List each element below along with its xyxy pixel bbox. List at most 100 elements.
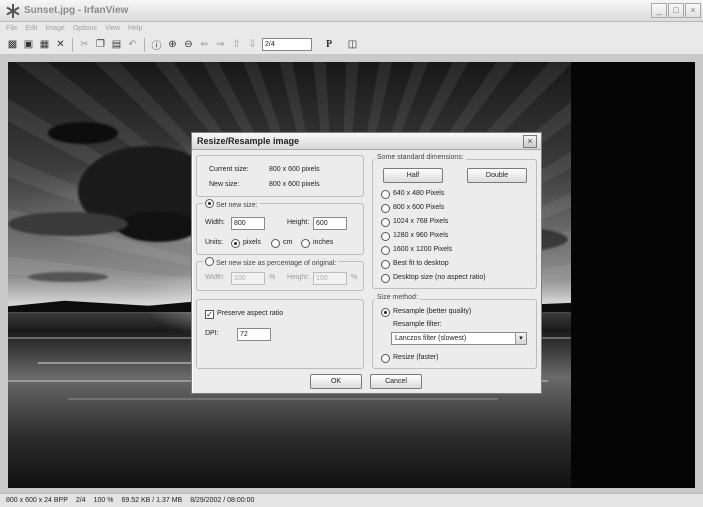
aspect-dpi-group: ✓ Preserve aspect ratio DPI: 72 [196, 299, 364, 369]
percentage-group: Set new size as percentage of original: … [196, 256, 364, 291]
height-input[interactable]: 600 [313, 217, 347, 230]
page-field[interactable]: 2/4 [262, 38, 312, 51]
standard-dimensions-group: Some standard dimensions: Half Double 64… [372, 154, 537, 289]
resample-filter-label: Resample filter: [393, 321, 442, 328]
menu-edit[interactable]: Edit [25, 25, 37, 32]
desktop-size-label: Desktop size (no aspect ratio) [393, 274, 486, 281]
double-button[interactable]: Double [467, 168, 527, 183]
pct-height-sign: % [351, 274, 358, 281]
minimize-button[interactable]: _ [651, 3, 667, 18]
paste-icon[interactable]: ▤ [110, 38, 123, 51]
cut-icon[interactable]: ✂ [78, 38, 91, 51]
units-cm-label: cm [283, 239, 293, 246]
resample-filter-select[interactable]: Lanczos filter (slowest) ▾ [391, 332, 527, 345]
current-size-label: Current size: [209, 166, 249, 173]
size-method-group: Size method: Resample (better quality) R… [372, 294, 537, 369]
preserve-aspect-label: Preserve aspect ratio [217, 310, 284, 317]
new-size-label: New size: [209, 181, 240, 188]
status-bar: 800 x 600 x 24 BPP 2/4 100 % 69.52 KB / … [0, 493, 703, 507]
units-pixels-label: pixels [243, 239, 261, 246]
std-1024-radio[interactable] [381, 218, 390, 227]
standard-dimensions-legend: Some standard dimensions: [375, 154, 466, 161]
std-1600-radio[interactable] [381, 246, 390, 255]
std-800-radio[interactable] [381, 204, 390, 213]
units-label: Units: [205, 239, 223, 246]
resample-radio[interactable] [381, 308, 390, 317]
title-bar: Sunset.jpg - IrfanView _ □ × [0, 0, 703, 22]
dialog-close-icon[interactable]: × [523, 135, 537, 148]
cancel-button[interactable]: Cancel [370, 374, 422, 389]
maximize-button[interactable]: □ [668, 3, 684, 18]
resize-radio[interactable] [381, 354, 390, 363]
zoom-out-icon[interactable]: ⊖ [182, 38, 195, 51]
std-1024-label: 1024 x 768 Pixels [393, 218, 449, 225]
std-1280-label: 1280 x 960 Pixels [393, 232, 449, 239]
width-input[interactable]: 800 [231, 217, 265, 230]
open-icon[interactable]: ▩ [6, 38, 19, 51]
set-new-size-radio[interactable] [205, 199, 214, 208]
dpi-input[interactable]: 72 [237, 328, 271, 341]
units-inches-radio[interactable] [301, 239, 310, 248]
std-800-label: 800 x 600 Pixels [393, 204, 445, 211]
pct-width-sign: % [269, 274, 276, 281]
ok-button[interactable]: OK [310, 374, 362, 389]
dialog-title: Resize/Resample image [192, 133, 541, 150]
status-size: 69.52 KB / 1.37 MB [121, 497, 183, 504]
save-icon[interactable]: ▦ [38, 38, 51, 51]
resize-dialog: Resize/Resample image × Current size: 80… [191, 132, 542, 394]
menu-image[interactable]: Image [45, 25, 64, 32]
best-fit-radio[interactable] [381, 260, 390, 269]
window-title: Sunset.jpg - IrfanView [24, 5, 129, 16]
std-640-radio[interactable] [381, 190, 390, 199]
menu-options[interactable]: Options [73, 25, 97, 32]
close-button[interactable]: × [685, 3, 701, 18]
delete-icon[interactable]: ✕ [54, 38, 67, 51]
resample-filter-value: Lanczos filter (slowest) [395, 335, 467, 342]
pct-height-label: Height: [287, 274, 310, 281]
status-dimensions: 800 x 600 x 24 BPP [6, 497, 68, 504]
info-icon[interactable]: ⓘ [150, 38, 163, 52]
units-pixels-radio[interactable] [231, 239, 240, 248]
chevron-down-icon[interactable]: ▾ [515, 333, 526, 344]
width-label: Width: [205, 219, 225, 226]
undo-icon[interactable]: ↶ [126, 38, 139, 51]
percentage-label: Set new size as percentage of original: [216, 260, 337, 267]
pct-width-label: Width: [205, 274, 225, 281]
units-cm-radio[interactable] [271, 239, 280, 248]
set-new-size-group: Set new size: Width: 800 Height: 600 Uni… [196, 198, 364, 255]
irfanview-icon [6, 3, 20, 18]
resize-label: Resize (faster) [393, 354, 439, 361]
height-label: Height: [287, 219, 310, 226]
zoom-in-icon[interactable]: ⊕ [166, 38, 179, 51]
menu-help[interactable]: Help [128, 25, 142, 32]
menu-file[interactable]: File [6, 25, 17, 32]
scan-icon[interactable]: ◫ [346, 38, 359, 51]
pct-width-input[interactable]: 100 [231, 272, 265, 285]
toolbar-separator [72, 37, 73, 52]
next-icon[interactable]: ⇒ [214, 38, 227, 51]
previous-icon[interactable]: ⇐ [198, 38, 211, 51]
current-size-value: 800 x 600 pixels [269, 166, 320, 173]
dpi-label: DPI: [205, 330, 219, 337]
p-label[interactable]: P [315, 38, 343, 51]
pct-height-input[interactable]: 100 [313, 272, 347, 285]
toolbar: ▩ ▣ ▦ ✕ ✂ ❐ ▤ ↶ ⓘ ⊕ ⊖ ⇐ ⇒ ⇧ ⇩ 2/4 P ◫ [0, 35, 703, 55]
slideshow-icon[interactable]: ▣ [22, 38, 35, 51]
toolbar-separator [144, 37, 145, 52]
page-up-icon[interactable]: ⇧ [230, 38, 243, 51]
desktop-size-radio[interactable] [381, 274, 390, 283]
std-1280-radio[interactable] [381, 232, 390, 241]
size-method-legend: Size method: [375, 294, 420, 301]
preserve-aspect-checkbox[interactable]: ✓ [205, 310, 214, 319]
set-new-size-legend: Set new size: [203, 198, 260, 209]
units-inches-label: inches [313, 239, 334, 246]
std-640-label: 640 x 480 Pixels [393, 190, 445, 197]
status-page: 2/4 [75, 497, 86, 504]
menu-view[interactable]: View [105, 25, 120, 32]
page-down-icon[interactable]: ⇩ [246, 38, 259, 51]
best-fit-label: Best fit to desktop [393, 260, 449, 267]
copy-icon[interactable]: ❐ [94, 38, 107, 51]
percentage-radio[interactable] [205, 257, 214, 266]
resample-label: Resample (better quality) [393, 308, 472, 315]
half-button[interactable]: Half [383, 168, 443, 183]
